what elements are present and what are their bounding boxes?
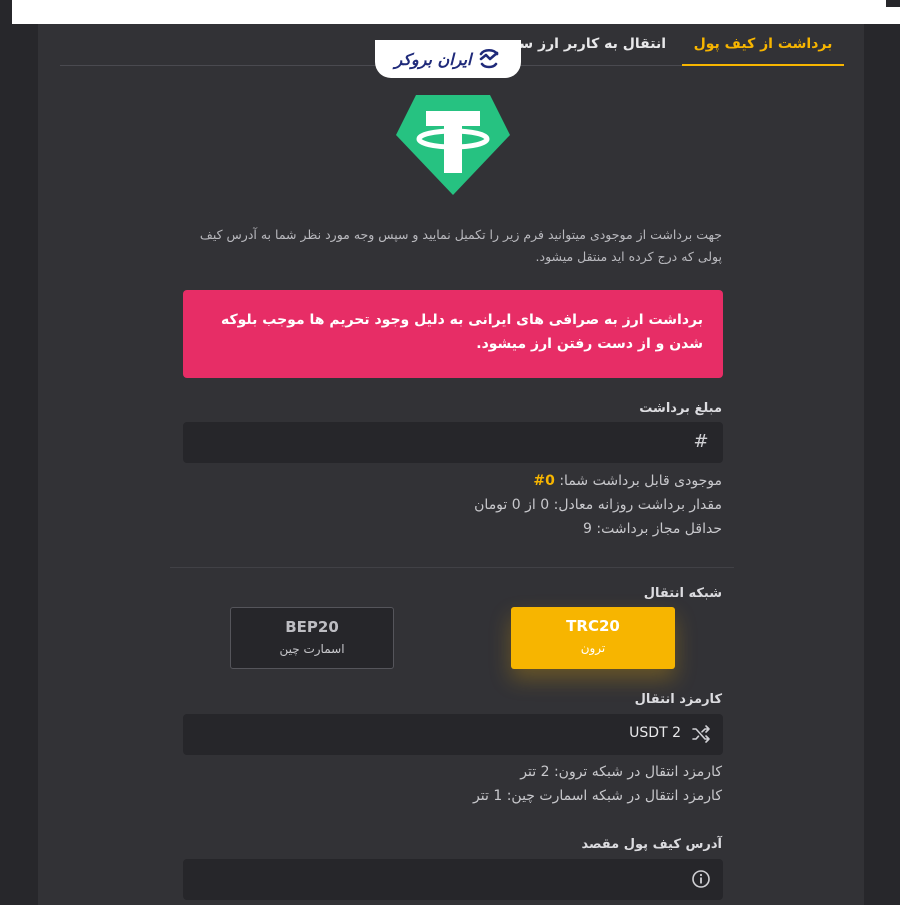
withdraw-panel: برداشت از کیف پول انتقال به کاربر ارز سه… [38, 24, 864, 905]
withdraw-description: جهت برداشت از موجودی میتوانید فرم زیر را… [199, 227, 722, 264]
available-balance-value: 0# [533, 473, 555, 489]
fee-note-smart-chain: کارمزد انتقال در شبکه اسمارت چین: 1 تتر [473, 788, 722, 804]
network-code: BEP20 [285, 618, 339, 636]
destination-address-input[interactable] [183, 859, 723, 900]
fee-label: کارمزد انتقال [634, 692, 722, 707]
network-option-trc20[interactable]: TRC20 ترون [511, 607, 675, 669]
amount-input[interactable]: # [183, 422, 723, 463]
fee-field: USDT 2 [183, 714, 723, 755]
section-divider [170, 567, 734, 568]
network-code: TRC20 [566, 617, 620, 635]
hash-icon: # [693, 431, 709, 452]
fee-value: USDT 2 [629, 725, 681, 741]
available-balance: موجودی قابل برداشت شما: 0# [533, 473, 722, 489]
network-option-bep20[interactable]: BEP20 اسمارت چین [230, 607, 394, 669]
available-balance-label: موجودی قابل برداشت شما: [559, 473, 722, 489]
tab-transfer-user[interactable]: انتقال به کاربر ارز سه [511, 24, 666, 66]
network-name: اسمارت چین [279, 642, 345, 656]
daily-limit: مقدار برداشت روزانه معادل: 0 از 0 تومان [474, 497, 722, 513]
network-label: شبکه انتقال [643, 586, 722, 601]
minimum-withdraw: حداقل مجاز برداشت: 9 [583, 521, 722, 537]
top-strip [0, 0, 900, 24]
network-name: ترون [580, 641, 606, 655]
tab-withdraw-wallet[interactable]: برداشت از کیف پول [682, 24, 844, 66]
brand-logo-text: ایران بروکر [394, 49, 472, 69]
address-label: آدرس کیف پول مقصد [581, 837, 722, 852]
fee-note-tron: کارمزد انتقال در شبکه ترون: 2 تتر [520, 764, 722, 780]
amount-label: مبلغ برداشت [639, 401, 722, 416]
brand-badge: ایران بروکر [375, 40, 521, 78]
sanctions-warning: برداشت ارز به صرافی های ایرانی به دلیل و… [183, 290, 723, 378]
top-white-bar [12, 0, 900, 24]
info-icon [692, 870, 710, 888]
shuffle-icon [692, 725, 710, 743]
chart-check-icon [480, 48, 499, 69]
tether-logo-icon [396, 95, 510, 195]
